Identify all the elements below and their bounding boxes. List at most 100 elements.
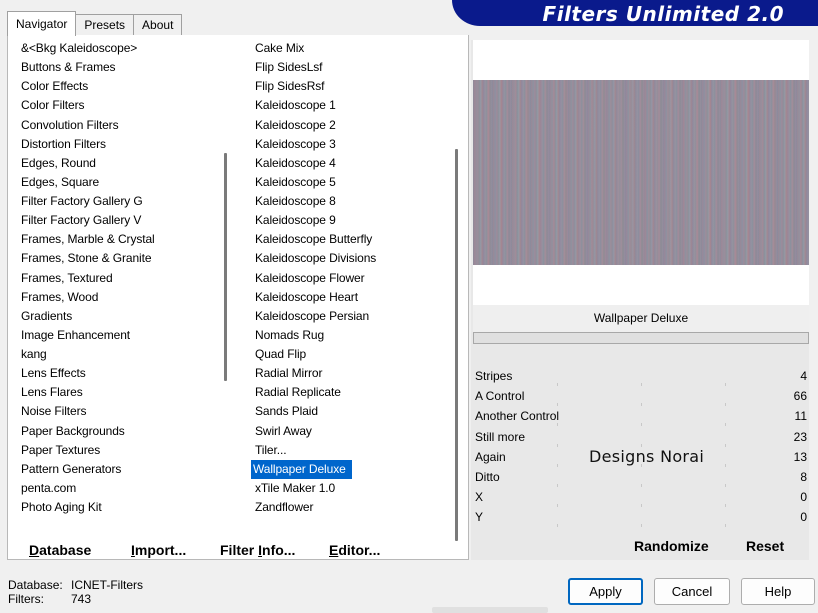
filter-item[interactable]: Kaleidoscope Divisions <box>249 249 449 268</box>
control-row[interactable]: Stripes 4 <box>473 366 809 386</box>
filter-item[interactable]: Kaleidoscope 9 <box>249 211 449 230</box>
filter-item[interactable]: Kaleidoscope 1 <box>249 96 449 115</box>
category-item[interactable]: Photo Aging Kit <box>15 498 225 517</box>
category-item[interactable]: penta.com <box>15 479 225 498</box>
control-row[interactable]: Still more 23 <box>473 427 809 447</box>
filter-item[interactable]: Kaleidoscope Flower <box>249 269 449 288</box>
category-item[interactable]: Frames, Textured <box>15 269 225 288</box>
filter-item[interactable]: Tiler... <box>249 441 449 460</box>
category-item[interactable]: Filter Factory Gallery V <box>15 211 225 230</box>
horizontal-scrollbar[interactable] <box>432 607 548 613</box>
filter-item[interactable]: Kaleidoscope 3 <box>249 135 449 154</box>
editor-button-hotkey: E <box>329 542 339 558</box>
preview-image <box>473 80 809 265</box>
category-item[interactable]: Frames, Wood <box>15 288 225 307</box>
filter-item[interactable]: Radial Replicate <box>249 383 449 402</box>
category-item[interactable]: Filter Factory Gallery G <box>15 192 225 211</box>
filters-count-value: 743 <box>71 592 92 606</box>
help-button[interactable]: Help <box>741 578 815 605</box>
filter-item[interactable]: Quad Flip <box>249 345 449 364</box>
title-banner: Filters Unlimited 2.0 <box>452 0 818 26</box>
category-item[interactable]: Frames, Stone & Granite <box>15 249 225 268</box>
filter-item[interactable]: Kaleidoscope 8 <box>249 192 449 211</box>
app-title: Filters Unlimited 2.0 <box>542 2 784 26</box>
control-row[interactable]: A Control 66 <box>473 386 809 407</box>
filter-item[interactable]: Zandflower <box>249 498 449 517</box>
filter-item[interactable]: Sands Plaid <box>249 402 449 421</box>
filter-item[interactable]: Flip SidesRsf <box>249 77 449 96</box>
control-row[interactable]: X0 <box>473 487 809 508</box>
database-value: ICNET-Filters <box>71 578 143 592</box>
filter-info-button-label-pre: Filter <box>220 542 259 558</box>
slider-tick <box>725 524 726 528</box>
filter-item[interactable]: Kaleidoscope Butterfly <box>249 230 449 249</box>
filter-info-button[interactable]: Filter Info... <box>220 537 295 563</box>
category-list[interactable]: &<Bkg Kaleidoscope> Buttons & Frames Color… <box>15 39 225 527</box>
tab-about[interactable]: About <box>133 14 183 36</box>
category-item[interactable]: Paper Backgrounds <box>15 422 225 441</box>
control-row[interactable]: Ditto 8 <box>473 467 809 487</box>
category-item[interactable]: Buttons & Frames <box>15 58 225 77</box>
category-item[interactable]: Paper Textures <box>15 441 225 460</box>
filter-scrollbar[interactable] <box>455 149 458 541</box>
reset-button[interactable]: Reset <box>746 538 784 554</box>
category-item[interactable]: Distortion Filters <box>15 135 225 154</box>
filter-item[interactable]: xTile Maker 1.0 <box>249 479 449 498</box>
editor-button-label: ditor... <box>338 542 381 558</box>
category-item[interactable]: kang <box>15 345 225 364</box>
tab-bar: Navigator Presets About <box>7 11 183 36</box>
filter-item[interactable]: Cake Mix <box>249 39 449 58</box>
filter-info-button-label: nfo... <box>262 542 296 558</box>
control-row[interactable]: Another Control 11 <box>473 406 809 427</box>
filter-item[interactable]: Kaleidoscope 2 <box>249 116 449 135</box>
randomize-button[interactable]: Randomize <box>634 538 709 554</box>
preview-filter-name: Wallpaper Deluxe <box>473 305 809 332</box>
tab-navigator[interactable]: Navigator <box>7 11 77 36</box>
filter-list[interactable]: Cake Mix Flip SidesLsf Flip SidesRsf Kaleid… <box>249 39 449 527</box>
watermark-text: Designs Norai <box>589 447 705 466</box>
import-button[interactable]: Import... <box>131 537 186 563</box>
navigator-panel: &<Bkg Kaleidoscope> Buttons & Frames Color… <box>7 35 469 560</box>
footer-info: Database: ICNET-Filters Filters: 743 <box>8 578 143 606</box>
slider-tick <box>557 524 558 528</box>
category-item[interactable]: Pattern Generators <box>15 460 225 479</box>
category-item[interactable]: Frames, Marble & Crystal <box>15 230 225 249</box>
filter-item[interactable]: Swirl Away <box>249 422 449 441</box>
filter-item[interactable]: Kaleidoscope 4 <box>249 154 449 173</box>
database-button[interactable]: Database <box>29 537 91 563</box>
category-item[interactable]: Convolution Filters <box>15 116 225 135</box>
category-item[interactable]: &<Bkg Kaleidoscope> <box>15 39 225 58</box>
tab-presets[interactable]: Presets <box>75 14 135 36</box>
filter-item[interactable]: Kaleidoscope Heart <box>249 288 449 307</box>
category-item[interactable]: Color Effects <box>15 77 225 96</box>
database-button-label: atabase <box>39 542 92 558</box>
category-item[interactable]: Lens Effects <box>15 364 225 383</box>
progress-bar <box>473 332 809 344</box>
filter-item[interactable]: Kaleidoscope 5 <box>249 173 449 192</box>
control-slider-ticks <box>473 524 809 528</box>
category-item[interactable]: Edges, Square <box>15 173 225 192</box>
preview-area <box>473 40 809 305</box>
apply-button[interactable]: Apply <box>568 578 643 605</box>
cancel-button[interactable]: Cancel <box>654 578 730 605</box>
database-label: Database: <box>8 578 63 592</box>
category-item[interactable]: Image Enhancement <box>15 326 225 345</box>
category-item[interactable]: Gradients <box>15 307 225 326</box>
filter-item-selected[interactable]: Wallpaper Deluxe <box>251 459 352 479</box>
filter-item[interactable]: Nomads Rug <box>249 326 449 345</box>
slider-tick <box>641 524 642 528</box>
filter-item[interactable]: Radial Mirror <box>249 364 449 383</box>
import-button-label: mport... <box>134 542 187 558</box>
control-row[interactable]: Y0 <box>473 507 809 528</box>
category-item[interactable]: Edges, Round <box>15 154 225 173</box>
editor-button[interactable]: Editor... <box>329 537 380 563</box>
category-scrollbar[interactable] <box>224 153 227 381</box>
category-item[interactable]: Lens Flares <box>15 383 225 402</box>
filters-count-label: Filters: <box>8 592 44 606</box>
category-item[interactable]: Noise Filters <box>15 402 225 421</box>
filter-item[interactable]: Flip SidesLsf <box>249 58 449 77</box>
database-button-hotkey: D <box>29 542 40 558</box>
filter-item[interactable]: Kaleidoscope Persian <box>249 307 449 326</box>
preview-panel: Wallpaper Deluxe Stripes 4 A Control 66 Anot… <box>471 40 809 560</box>
category-item[interactable]: Color Filters <box>15 96 225 115</box>
